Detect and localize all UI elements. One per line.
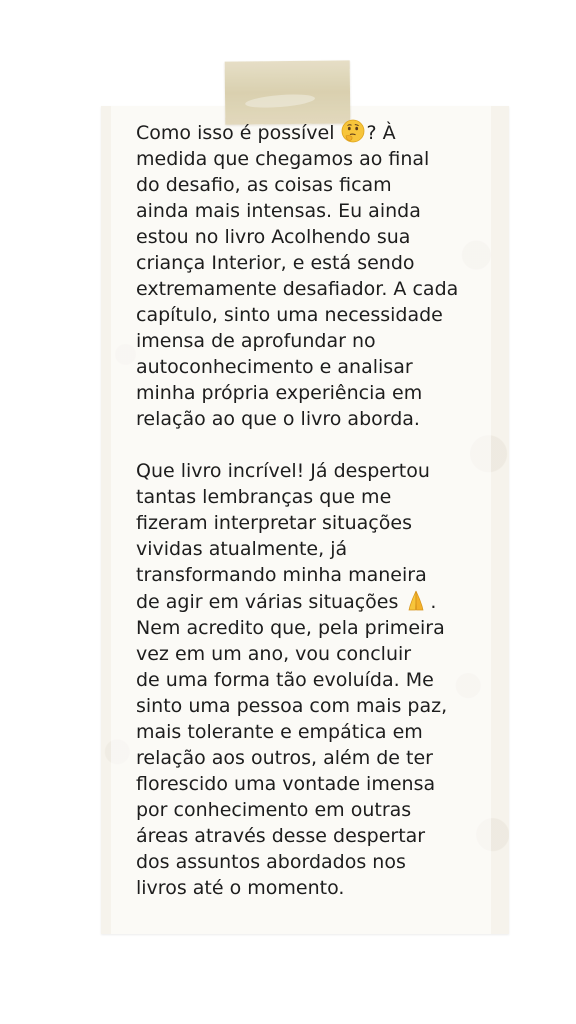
- folded-hands-icon: [404, 588, 428, 612]
- masking-tape-decoration: [224, 60, 351, 125]
- message-line: de agir em várias situações.: [136, 588, 476, 615]
- message-line: dos assuntos abordados nos: [136, 851, 406, 873]
- message-line: livros até o momento.: [136, 877, 345, 899]
- message-paragraph-1: Como isso é possível ? À medida que chega…: [136, 119, 476, 432]
- message-line: relação ao que o livro aborda.: [136, 408, 420, 430]
- message-line: vividas atualmente, já: [136, 538, 348, 560]
- message-line: mais tolerante e empática em: [136, 721, 423, 743]
- message-text-fragment: .: [430, 591, 437, 613]
- message-line: transformando minha maneira: [136, 564, 427, 586]
- message-line: criança Interior, e está sendo: [136, 252, 415, 274]
- message-line: fizeram interpretar situações: [136, 512, 412, 534]
- message-line: Nem acredito que, pela primeira: [136, 617, 445, 639]
- message-text-fragment: ? À: [366, 122, 396, 144]
- message-line: do desafio, as coisas ficam: [136, 174, 392, 196]
- message-line: medida que chegamos ao final: [136, 148, 430, 170]
- thinking-face-icon: [341, 119, 365, 143]
- message-line: capítulo, sinto uma necessidade: [136, 304, 443, 326]
- message-line: extremamente desafiador. A cada: [136, 278, 459, 300]
- message-line: imensa de aprofundar no: [136, 330, 376, 352]
- message-paragraph-2: Que livro incrível! Já despertou tantas …: [136, 458, 476, 901]
- message-line: vez em um ano, vou concluir: [136, 643, 412, 665]
- message-line: ainda mais intensas. Eu ainda: [136, 200, 421, 222]
- message-line: florescido uma vontade imensa: [136, 773, 436, 795]
- message-line: sinto uma pessoa com mais paz,: [136, 695, 448, 717]
- message-line: de uma forma tão evoluída. Me: [136, 669, 434, 691]
- message-line: estou no livro Acolhendo sua: [136, 226, 411, 248]
- message-line: minha própria experiência em: [136, 382, 423, 404]
- message-line: Que livro incrível! Já despertou: [136, 460, 430, 482]
- message-line: autoconhecimento e analisar: [136, 356, 413, 378]
- message-line: Como isso é possível ? À: [136, 119, 476, 146]
- message-line: por conhecimento em outras: [136, 799, 412, 821]
- message-text: Como isso é possível ? À medida que chega…: [136, 119, 476, 901]
- message-line: áreas através desse despertar: [136, 825, 426, 847]
- message-text-fragment: Como isso é possível: [136, 122, 335, 144]
- message-text-fragment: de agir em várias situações: [136, 591, 399, 613]
- message-line: relação aos outros, além de ter: [136, 747, 433, 769]
- message-line: tantas lembranças que me: [136, 486, 392, 508]
